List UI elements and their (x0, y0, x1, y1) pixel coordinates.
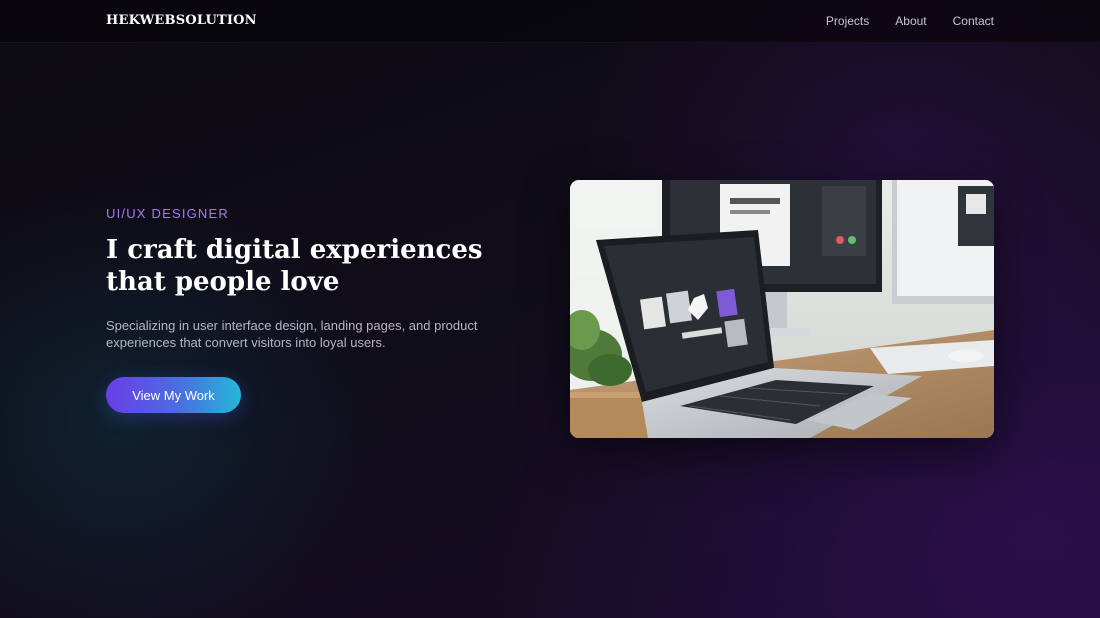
nav-links: Projects About Contact (826, 14, 994, 28)
nav-link-about[interactable]: About (895, 14, 926, 28)
nav-link-projects[interactable]: Projects (826, 14, 869, 28)
hero-headline: I craft digital experiences that people … (106, 235, 483, 297)
top-navigation: HEKWEBSOLUTION Projects About Contact (0, 0, 1100, 43)
brand-logo[interactable]: HEKWEBSOLUTION (106, 13, 257, 28)
hero-eyebrow: UI/UX DESIGNER (106, 206, 229, 221)
view-my-work-button[interactable]: View My Work (106, 377, 241, 413)
hero-subtext: Specializing in user interface design, l… (106, 318, 478, 350)
hero-image (570, 180, 994, 438)
nav-link-contact[interactable]: Contact (953, 14, 994, 28)
